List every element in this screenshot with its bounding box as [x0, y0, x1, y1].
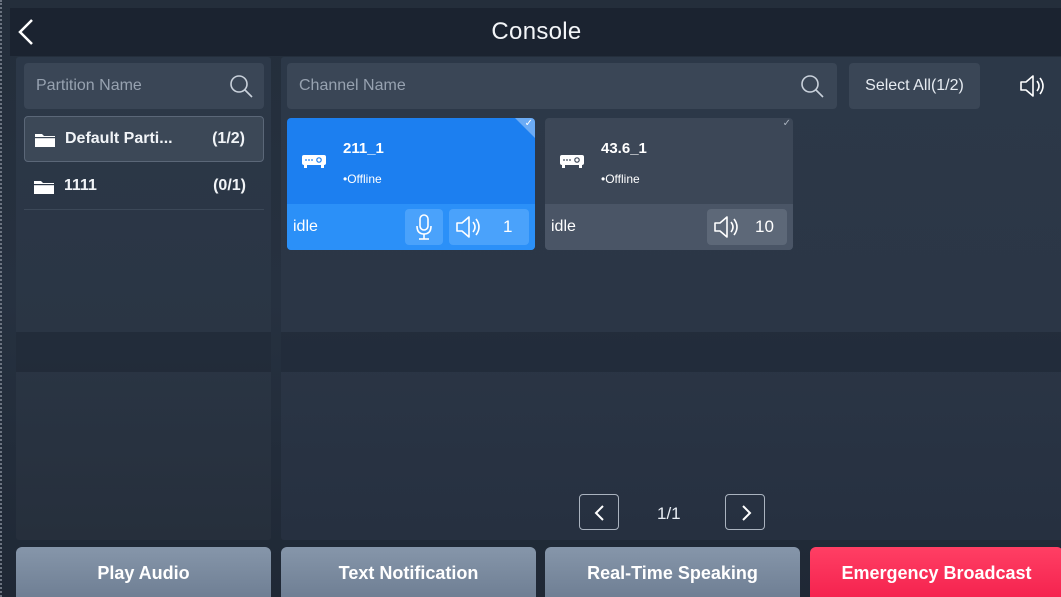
speaker-device-icon	[302, 155, 326, 168]
partition-search-input[interactable]: Partition Name	[24, 63, 264, 109]
speaker-icon	[1020, 75, 1044, 97]
microphone-icon	[416, 214, 432, 240]
microphone-button[interactable]	[405, 209, 443, 245]
volume-all-button[interactable]	[1011, 63, 1057, 109]
folder-icon	[35, 134, 55, 147]
console-window: Console Partition Name Default Parti... …	[0, 0, 1061, 597]
channel-volume-value: 10	[755, 217, 774, 236]
partition-panel: Partition Name Default Parti... (1/2) 11…	[16, 57, 271, 540]
play-audio-button[interactable]: Play Audio	[16, 547, 271, 597]
partition-item-1111[interactable]: 1111 (0/1)	[24, 164, 264, 210]
channel-card-footer: idle 1	[287, 204, 535, 250]
partition-name: 1111	[64, 177, 97, 194]
panel-band	[16, 332, 271, 372]
partition-name: Default Parti...	[65, 130, 173, 147]
channel-volume-button[interactable]: 1	[449, 209, 529, 245]
channel-search-placeholder: Channel Name	[299, 77, 406, 94]
next-page-button[interactable]	[725, 494, 765, 530]
folder-icon	[34, 181, 54, 194]
check-icon: ✓	[524, 118, 533, 129]
page-indicator: 1/1	[657, 504, 681, 523]
chevron-right-icon	[742, 505, 752, 521]
channel-card-footer: idle 10	[545, 204, 793, 250]
speaker-device-icon	[560, 155, 584, 168]
channel-status: •Offline	[601, 172, 640, 186]
channel-name: 43.6_1	[601, 140, 647, 157]
page-title: Console	[491, 18, 582, 45]
select-all-button[interactable]: Select All(1/2)	[849, 63, 980, 109]
real-time-speaking-button[interactable]: Real-Time Speaking	[545, 547, 800, 597]
partition-search-placeholder: Partition Name	[36, 77, 142, 94]
search-icon[interactable]	[799, 73, 825, 99]
partition-count: (1/2)	[212, 130, 245, 147]
speaker-icon	[714, 216, 738, 238]
channel-name: 211_1	[343, 140, 384, 157]
check-icon: ✓	[782, 118, 791, 129]
channel-panel: Channel Name Select All(1/2) ✓ 211_1 •Of…	[281, 57, 1061, 540]
channel-volume-value: 1	[503, 217, 513, 236]
channel-state: idle	[293, 218, 318, 235]
panel-band	[281, 332, 1061, 372]
channel-volume-button[interactable]: 10	[707, 209, 787, 245]
channel-search-input[interactable]: Channel Name	[287, 63, 837, 109]
emergency-broadcast-button[interactable]: Emergency Broadcast	[810, 547, 1061, 597]
prev-page-button[interactable]	[579, 494, 619, 530]
partition-item-default[interactable]: Default Parti... (1/2)	[24, 116, 264, 162]
search-icon[interactable]	[228, 73, 254, 99]
chevron-left-icon	[594, 505, 604, 521]
channel-status: •Offline	[343, 172, 382, 186]
title-bar: Console	[10, 8, 1061, 56]
channel-card[interactable]: ✓ 211_1 •Offline idle 1	[287, 118, 535, 250]
channel-card[interactable]: ✓ 43.6_1 •Offline idle 10	[545, 118, 793, 250]
text-notification-button[interactable]: Text Notification	[281, 547, 536, 597]
partition-count: (0/1)	[213, 177, 246, 194]
channel-state: idle	[551, 218, 576, 235]
speaker-icon	[456, 216, 480, 238]
